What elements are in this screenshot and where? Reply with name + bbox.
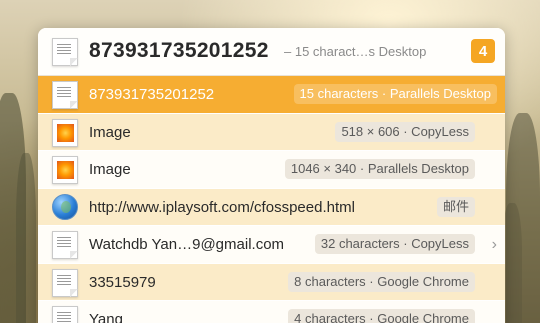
text-document-icon: [52, 268, 78, 297]
clipboard-item-meta: 32 characters · CopyLess: [314, 234, 475, 254]
clipboard-item-meta: 1046 × 340 · Parallels Desktop: [284, 159, 475, 179]
image-icon: [52, 156, 78, 184]
clipboard-item-meta: 4 characters · Google Chrome: [288, 309, 475, 323]
clipboard-item-label: Yang: [89, 311, 123, 323]
text-document-icon: [52, 231, 78, 259]
globe-icon: [52, 193, 78, 220]
clipboard-item[interactable]: Image 1046 × 340 · Parallels Desktop: [38, 151, 505, 189]
clipboard-item-label: 33515979: [89, 273, 156, 291]
clipboard-item[interactable]: 873931735201252 15 characters · Parallel…: [38, 76, 505, 114]
clipboard-item-meta: 518 × 606 · CopyLess: [335, 121, 475, 142]
background-tree: [502, 203, 522, 323]
clipboard-item-label: 873931735201252: [89, 86, 215, 103]
clipboard-item[interactable]: http://www.iplaysoft.com/cfosspeed.html …: [38, 188, 505, 226]
clipboard-item[interactable]: 33515979 8 characters · Google Chrome: [38, 263, 505, 301]
clipboard-item-label: Image: [89, 123, 131, 141]
text-document-icon: [52, 306, 78, 323]
clipboard-history-panel: 873931735201252 – 15 charact…s Desktop 4…: [38, 28, 505, 323]
clipboard-item[interactable]: Watchdb Yan…9@gmail.com 32 characters · …: [38, 226, 505, 264]
count-badge: 4: [471, 39, 495, 63]
preview-title: 873931735201252: [89, 39, 269, 62]
text-document-icon: [52, 81, 78, 109]
text-document-icon: [52, 38, 78, 66]
image-icon: [52, 118, 78, 147]
preview-subtitle: – 15 charact…s Desktop: [284, 44, 427, 59]
clipboard-item-meta: 15 characters · Parallels Desktop: [293, 84, 497, 104]
clipboard-item[interactable]: Image 518 × 606 · CopyLess: [38, 113, 505, 151]
chevron-right-icon[interactable]: ›: [492, 236, 497, 254]
clipboard-item-meta: 邮件: [436, 196, 475, 217]
preview-header: 873931735201252 – 15 charact…s Desktop 4: [38, 28, 505, 76]
clipboard-item-label: http://www.iplaysoft.com/cfosspeed.html: [89, 198, 355, 216]
clipboard-item-label: Watchdb Yan…9@gmail.com: [89, 236, 285, 253]
clipboard-item-meta: 8 characters · Google Chrome: [288, 271, 475, 292]
clipboard-item[interactable]: Yang 4 characters · Google Chrome: [38, 301, 505, 323]
clipboard-item-label: Image: [89, 161, 131, 178]
background-tree: [16, 153, 36, 323]
